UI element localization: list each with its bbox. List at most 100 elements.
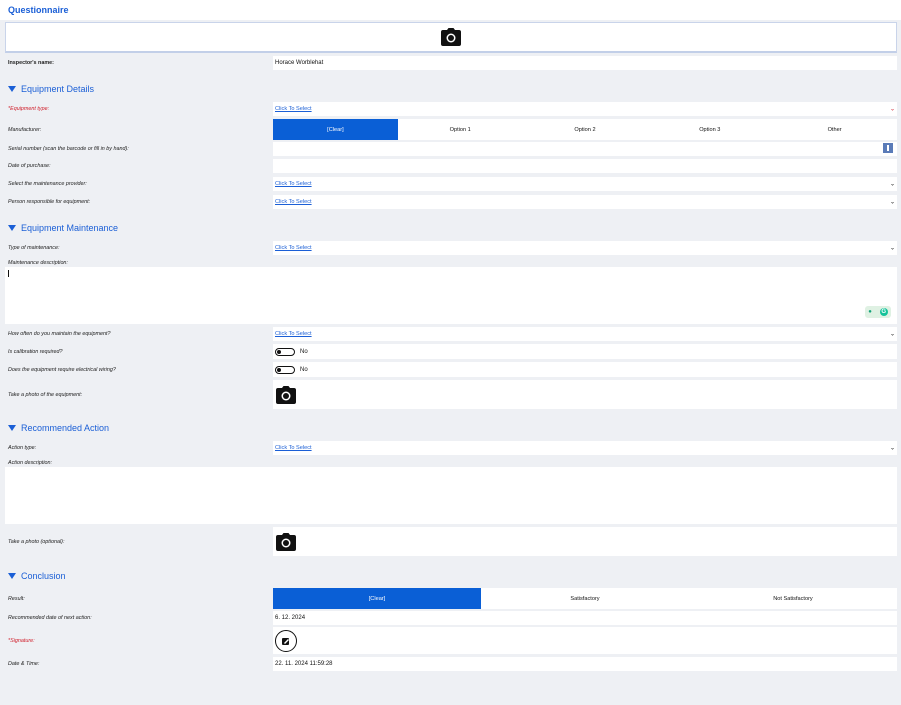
calibration-value: No xyxy=(300,348,308,355)
responsible-label: Person responsible for equipment: xyxy=(8,199,91,205)
calibration-row: Is calibration required? No xyxy=(5,344,897,359)
camera-icon xyxy=(441,28,461,46)
action-type-value[interactable]: Click To Select xyxy=(275,445,312,451)
signature-label: * Signature: xyxy=(8,637,35,644)
responsible-row: Person responsible for equipment: Click … xyxy=(5,195,897,209)
qr-scan-icon[interactable] xyxy=(883,143,893,153)
equipment-type-row: * Equipment type: Click To Select ⌄ xyxy=(5,102,897,116)
result-row: Result: [Clear] Satisfactory Not Satisfa… xyxy=(5,588,897,609)
triangle-down-icon xyxy=(8,225,16,231)
chevron-down-icon: ⌄ xyxy=(889,331,895,338)
result-option-satisfactory[interactable]: Satisfactory xyxy=(481,588,689,609)
action-type-label: Action type: xyxy=(8,445,37,451)
provider-row: Select the maintenance provider: Click T… xyxy=(5,177,897,191)
purchase-date-row: Date of purchase: xyxy=(5,159,897,173)
responsible-select[interactable]: Click To Select ⌄ xyxy=(273,195,897,209)
equipment-type-select[interactable]: Click To Select ⌄ xyxy=(273,102,897,116)
wiring-toggle[interactable] xyxy=(275,365,295,374)
maintenance-type-select[interactable]: Click To Select ⌄ xyxy=(273,241,897,255)
section-heading: Recommended Action xyxy=(21,423,110,433)
inspector-value: Horace Worblehat xyxy=(275,60,324,66)
action-photo-label: Take a photo (optional): xyxy=(8,538,65,545)
purchase-date-label: Date of purchase: xyxy=(8,163,51,169)
camera-icon[interactable] xyxy=(276,532,296,551)
manufacturer-segmented-control[interactable]: [Clear] Option 1 Option 2 Option 3 Other xyxy=(273,119,897,140)
frequency-row: How often do you maintain the equipment?… xyxy=(5,327,897,341)
manufacturer-option-other[interactable]: Other xyxy=(772,119,897,140)
serial-row: Serial number (scan the barcode or fill … xyxy=(5,142,897,156)
manufacturer-option-1[interactable]: Option 1 xyxy=(398,119,523,140)
location-pin-icon: ● xyxy=(868,308,872,315)
frequency-select[interactable]: Click To Select ⌄ xyxy=(273,327,897,341)
inspector-label: Inspector's name: xyxy=(8,60,54,66)
header-photo-button[interactable] xyxy=(5,22,897,53)
grammarly-g-icon: G xyxy=(879,308,888,316)
equipment-photo-field xyxy=(273,380,897,409)
signature-row: * Signature: xyxy=(5,627,897,654)
maintenance-description-label-row: Maintenance description: xyxy=(5,258,897,267)
equipment-photo-label: Take a photo of the equipment: xyxy=(8,391,83,398)
next-date-label: Recommended date of next action: xyxy=(8,615,92,621)
provider-label: Select the maintenance provider: xyxy=(8,181,87,187)
frequency-value[interactable]: Click To Select xyxy=(275,331,312,337)
serial-label: Serial number (scan the barcode or fill … xyxy=(8,146,129,152)
maintenance-type-value[interactable]: Click To Select xyxy=(275,245,312,251)
manufacturer-option-clear[interactable]: [Clear] xyxy=(273,119,398,140)
manufacturer-row: Manufacturer: [Clear] Option 1 Option 2 … xyxy=(5,119,897,140)
calibration-label: Is calibration required? xyxy=(8,348,63,355)
signature-field xyxy=(273,627,897,654)
frequency-label: How often do you maintain the equipment? xyxy=(8,331,111,337)
section-equipment-details[interactable]: Equipment Details xyxy=(8,84,94,94)
next-date-row: Recommended date of next action: 6. 12. … xyxy=(5,611,897,625)
provider-value[interactable]: Click To Select xyxy=(275,181,312,187)
manufacturer-option-2[interactable]: Option 2 xyxy=(523,119,648,140)
serial-input[interactable] xyxy=(273,142,897,156)
maintenance-description-label: Maintenance description: xyxy=(8,259,68,266)
equipment-photo-row: Take a photo of the equipment: xyxy=(5,380,897,409)
text-caret xyxy=(8,270,9,277)
signature-icon[interactable] xyxy=(275,629,297,652)
manufacturer-option-3[interactable]: Option 3 xyxy=(647,119,772,140)
chevron-down-icon: ⌄ xyxy=(889,181,895,188)
result-option-not-satisfactory[interactable]: Not Satisfactory xyxy=(689,588,897,609)
responsible-value[interactable]: Click To Select xyxy=(275,199,312,205)
action-photo-field xyxy=(273,527,897,556)
wiring-label: Does the equipment require electrical wi… xyxy=(8,366,116,373)
manufacturer-label: Manufacturer: xyxy=(8,126,42,133)
section-heading: Conclusion xyxy=(21,571,66,581)
purchase-date-input[interactable] xyxy=(273,159,897,173)
provider-select[interactable]: Click To Select ⌄ xyxy=(273,177,897,191)
maintenance-description-textarea[interactable]: ● G xyxy=(5,267,897,324)
datetime-value: 22. 11. 2024 11:59:28 xyxy=(275,661,333,667)
action-type-select[interactable]: Click To Select ⌄ xyxy=(273,441,897,455)
camera-icon[interactable] xyxy=(276,385,296,404)
wiring-value: No xyxy=(300,366,308,373)
chevron-down-icon: ⌄ xyxy=(889,245,895,252)
inspector-field[interactable]: Horace Worblehat xyxy=(273,56,897,70)
action-description-label: Action description: xyxy=(8,459,53,466)
result-option-clear[interactable]: [Clear] xyxy=(273,588,481,609)
pen-icon xyxy=(282,637,289,645)
section-conclusion[interactable]: Conclusion xyxy=(8,571,66,581)
datetime-label: Date & Time: xyxy=(8,661,40,667)
wiring-row: Does the equipment require electrical wi… xyxy=(5,362,897,377)
chevron-down-icon: ⌄ xyxy=(889,199,895,206)
chevron-down-icon: ⌄ xyxy=(889,106,895,113)
maintenance-type-row: Type of maintenance: Click To Select ⌄ xyxy=(5,241,897,255)
top-bar: Questionnaire xyxy=(0,0,901,20)
action-description-textarea[interactable] xyxy=(5,467,897,524)
calibration-toggle[interactable] xyxy=(275,347,295,356)
triangle-down-icon xyxy=(8,573,16,579)
equipment-type-value[interactable]: Click To Select xyxy=(275,106,312,112)
wiring-field: No xyxy=(273,362,897,377)
grammarly-icon[interactable]: ● G xyxy=(865,306,891,318)
section-equipment-maintenance[interactable]: Equipment Maintenance xyxy=(8,223,118,233)
next-date-input[interactable]: 6. 12. 2024 xyxy=(273,611,897,625)
result-segmented-control[interactable]: [Clear] Satisfactory Not Satisfactory xyxy=(273,588,897,609)
maintenance-type-label: Type of maintenance: xyxy=(8,245,60,251)
page-title: Questionnaire xyxy=(8,5,69,15)
section-heading: Equipment Maintenance xyxy=(21,223,119,233)
datetime-row: Date & Time: 22. 11. 2024 11:59:28 xyxy=(5,657,897,671)
section-recommended-action[interactable]: Recommended Action xyxy=(8,423,109,433)
action-description-label-row: Action description: xyxy=(5,458,897,467)
